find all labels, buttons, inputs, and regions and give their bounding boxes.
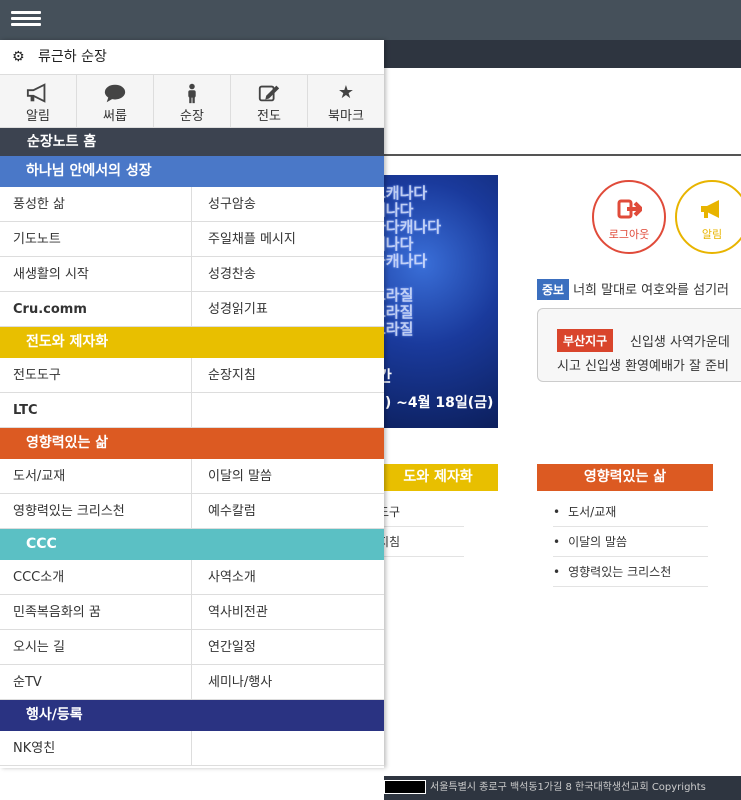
menu-item[interactable]: 순TV — [0, 665, 192, 700]
footer: 서울특별시 종로구 백석동1가길 8 한국대학생선교회 Copyrights — [384, 776, 741, 800]
megaphone-icon — [701, 200, 719, 218]
menu-item[interactable]: 도서/교재 — [0, 459, 192, 494]
prayer-notice-text: 너희 말대로 여호와를 섬기러 — [573, 283, 730, 298]
logout-icon — [617, 199, 642, 219]
empty-cell — [192, 731, 384, 766]
alarm-button[interactable]: 알림 — [675, 180, 741, 254]
list-item[interactable]: 영향력있는 크리스천 — [553, 557, 708, 587]
quick-leader-button[interactable]: 순장 — [154, 75, 231, 127]
menu-item[interactable]: Cru.comm — [0, 292, 192, 327]
app-page: 그캐나다 캐나다 나다캐나다 캐나다 국캐나다 브라질 브라질 브라질 간 월)… — [0, 0, 741, 800]
banner-word-cloud: 그캐나다 캐나다 나다캐나다 캐나다 국캐나다 브라질 브라질 브라질 — [372, 184, 442, 338]
menu-item[interactable]: 풍성한 삶 — [0, 187, 192, 222]
menu-item[interactable]: 세미나/행사 — [192, 665, 384, 700]
influence-list: 도서/교재 이달의 말씀 영향력있는 크리스천 — [553, 497, 708, 587]
menu-item[interactable]: 주일채플 메시지 — [192, 222, 384, 257]
user-row[interactable]: ⚙ 류근하 순장 — [0, 40, 384, 75]
section-evangelism-header[interactable]: 도와 제자화 — [378, 464, 498, 491]
top-bar — [0, 0, 741, 40]
quick-leader-label: 순장 — [180, 109, 204, 124]
list-item[interactable]: 도서/교재 — [553, 497, 708, 527]
hamburger-menu-icon[interactable] — [11, 11, 41, 29]
category-events-grid: NK영친 — [0, 731, 384, 766]
category-ccc-grid: CCC소개 사역소개 민족복음화의 꿈 역사비전관 오시는 길 연간일정 순TV… — [0, 560, 384, 700]
region-tag: 부산지구 — [557, 329, 614, 352]
promo-banner[interactable]: 그캐나다 캐나다 나다캐나다 캐나다 국캐나다 브라질 브라질 브라질 — [372, 175, 498, 428]
menu-item[interactable]: 사역소개 — [192, 560, 384, 595]
evangelism-list: 도구 지침 — [378, 497, 464, 557]
side-drawer: ⚙ 류근하 순장 알림 써룹 순장 전도 ★ 북마크 순장노트 홈 하나님 안에… — [0, 40, 384, 768]
menu-item[interactable]: 전도도구 — [0, 358, 192, 393]
gear-icon[interactable]: ⚙ — [12, 40, 26, 75]
footer-logo — [384, 780, 426, 794]
category-events-header[interactable]: 행사/등록 — [0, 700, 384, 731]
menu-item[interactable]: 순장지침 — [192, 358, 384, 393]
banner-date: 월) ~4월 18일(금) — [372, 395, 494, 411]
category-evangelism-header[interactable]: 전도와 제자화 — [0, 327, 384, 358]
quick-evangelism-label: 전도 — [257, 109, 281, 124]
menu-item[interactable]: 성경읽기표 — [192, 292, 384, 327]
category-ccc-header[interactable]: CCC — [0, 529, 384, 560]
menu-item[interactable]: 영향력있는 크리스천 — [0, 494, 192, 529]
category-evangelism-grid: 전도도구 순장지침 LTC — [0, 358, 384, 428]
region-notice-box[interactable]: 부산지구 신입생 사역가운데 시고 신입생 환영예배가 잘 준비 — [537, 308, 741, 382]
menu-item[interactable]: 예수칼럼 — [192, 494, 384, 529]
menu-item[interactable]: LTC — [0, 393, 192, 428]
quick-bookmark-button[interactable]: ★ 북마크 — [308, 75, 384, 127]
category-influence-grid: 도서/교재 이달의 말씀 영향력있는 크리스천 예수칼럼 — [0, 459, 384, 529]
section-influence-header[interactable]: 영향력있는 삶 — [537, 464, 713, 491]
region-notice-line1: 신입생 사역가운데 — [630, 335, 730, 350]
quick-bookmark-label: 북마크 — [328, 109, 364, 124]
menu-item[interactable]: 오시는 길 — [0, 630, 192, 665]
footer-address: 서울특별시 종로구 백석동1가길 8 한국대학생선교회 Copyrights — [430, 782, 706, 793]
menu-item[interactable]: 성구암송 — [192, 187, 384, 222]
logout-button[interactable]: 로그아웃 — [592, 180, 666, 254]
list-item[interactable]: 도구 — [378, 497, 464, 527]
prayer-notice[interactable]: 중보 너희 말대로 여호와를 섬기러 — [537, 279, 729, 300]
quick-alarm-button[interactable]: 알림 — [0, 75, 77, 127]
person-icon — [188, 83, 196, 104]
list-item[interactable]: 이달의 말씀 — [553, 527, 708, 557]
quick-evangelism-button[interactable]: 전도 — [231, 75, 308, 127]
category-growth-grid: 풍성한 삶 성구암송 기도노트 주일채플 메시지 새생활의 시작 성경찬송 Cr… — [0, 187, 384, 327]
menu-item[interactable]: 민족복음화의 꿈 — [0, 595, 192, 630]
prayer-tag: 중보 — [537, 279, 570, 300]
list-item[interactable]: 지침 — [378, 527, 464, 557]
star-icon: ★ — [337, 82, 355, 103]
empty-cell — [192, 393, 384, 428]
edit-icon — [258, 85, 280, 102]
menu-item[interactable]: 연간일정 — [192, 630, 384, 665]
menu-item[interactable]: 이달의 말씀 — [192, 459, 384, 494]
background-nav-strip — [384, 40, 741, 68]
menu-item[interactable]: CCC소개 — [0, 560, 192, 595]
quick-chat-button[interactable]: 써룹 — [77, 75, 154, 127]
menu-item[interactable]: 역사비전관 — [192, 595, 384, 630]
menu-item[interactable]: 기도노트 — [0, 222, 192, 257]
category-growth-header[interactable]: 하나님 안에서의 성장 — [0, 156, 384, 187]
user-name: 류근하 순장 — [38, 49, 107, 65]
category-influence-header[interactable]: 영향력있는 삶 — [0, 428, 384, 459]
menu-item[interactable]: NK영친 — [0, 731, 192, 766]
quick-alarm-label: 알림 — [26, 109, 50, 124]
background-divider — [384, 154, 741, 156]
region-notice-line2: 시고 신입생 환영예배가 잘 준비 — [557, 359, 730, 374]
megaphone-icon — [26, 83, 46, 103]
home-link[interactable]: 순장노트 홈 — [0, 128, 384, 156]
logout-label: 로그아웃 — [608, 228, 650, 241]
quick-chat-label: 써룹 — [103, 109, 127, 124]
alarm-label: 알림 — [701, 228, 723, 241]
quick-icon-bar: 알림 써룹 순장 전도 ★ 북마크 — [0, 75, 384, 128]
menu-item[interactable]: 새생활의 시작 — [0, 257, 192, 292]
speech-bubble-icon — [104, 84, 126, 103]
menu-item[interactable]: 성경찬송 — [192, 257, 384, 292]
